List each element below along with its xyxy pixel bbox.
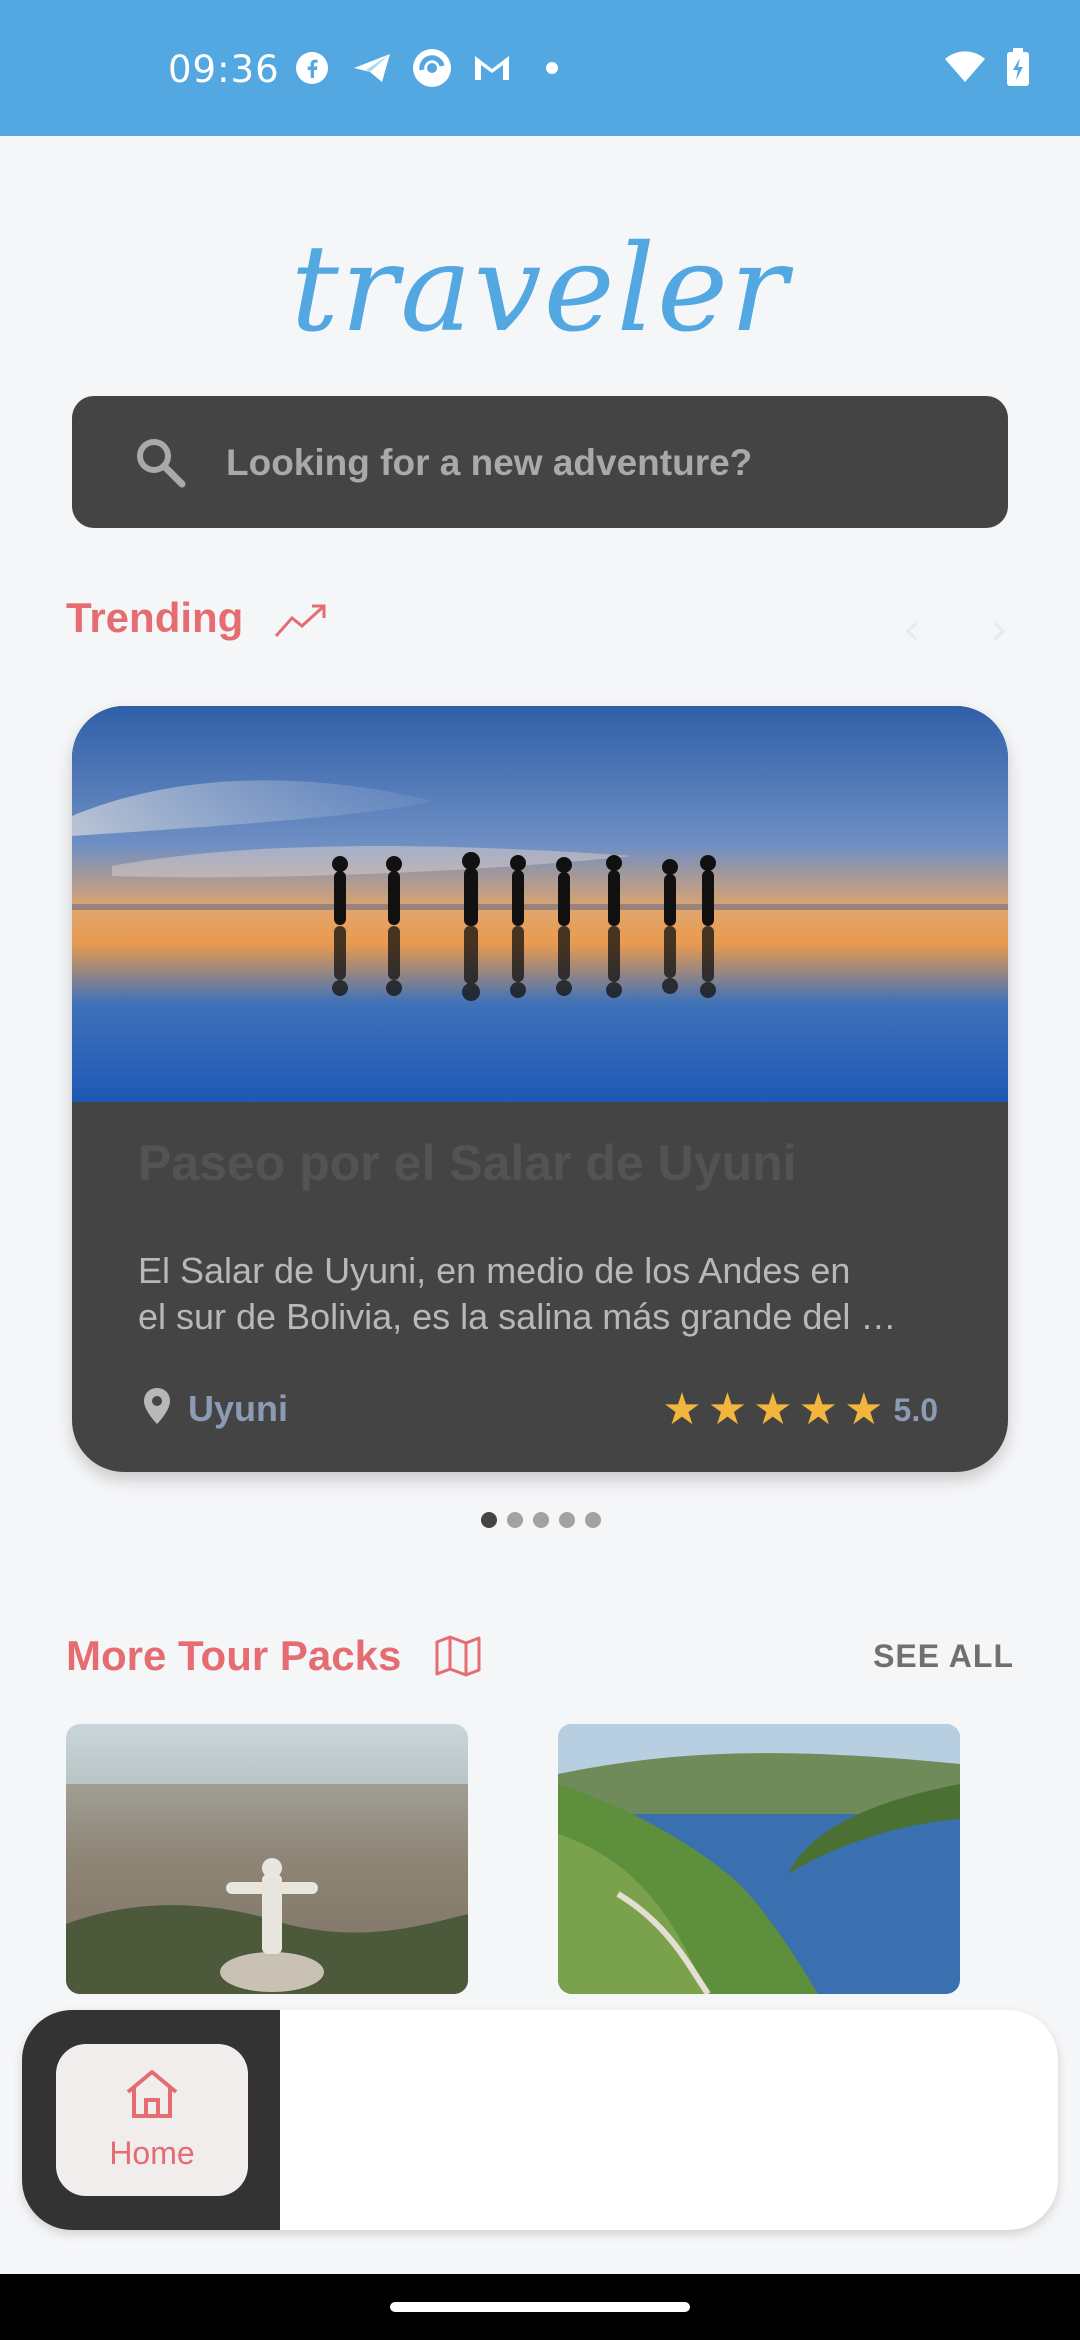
star-icon: ★	[844, 1384, 884, 1435]
dot-icon	[532, 48, 572, 88]
star-icon: ★	[753, 1384, 793, 1435]
more-tours-title: More Tour Packs	[66, 1632, 402, 1679]
tour-card[interactable]	[558, 1724, 960, 1994]
nav-item-home[interactable]: Home	[56, 2044, 248, 2196]
search-placeholder: Looking for a new adventure?	[226, 442, 753, 483]
trending-up-icon	[274, 600, 328, 645]
carousel-indicator	[481, 1512, 601, 1528]
card-location: Uyuni	[142, 1386, 288, 1431]
star-icon: ★	[707, 1384, 748, 1435]
status-bar: 09:36	[0, 0, 1080, 136]
see-all-link[interactable]: SEE ALL	[873, 1638, 1014, 1675]
card-description-line: El Salar de Uyuni, en medio de los Andes…	[138, 1250, 851, 1291]
status-time: 09:36	[168, 48, 280, 91]
system-icons	[944, 48, 1030, 91]
card-rating: ★ ★ ★ ★ ★ 5.0	[662, 1388, 938, 1432]
nav-item-label: Home	[109, 2135, 195, 2171]
telegram-icon	[352, 48, 392, 88]
trending-card[interactable]: Paseo por el Salar de Uyuni El Salar de …	[72, 706, 1008, 1472]
carousel-dot[interactable]	[533, 1512, 549, 1528]
tour-card[interactable]	[66, 1724, 468, 1994]
gmail-icon	[472, 48, 512, 88]
map-icon	[434, 1634, 482, 1683]
carousel-dot[interactable]	[585, 1512, 601, 1528]
chevron-right-icon[interactable]: ›	[990, 604, 1008, 655]
card-description-line: el sur de Bolivia, es la salina más gran…	[138, 1296, 897, 1337]
star-icon: ★	[798, 1384, 839, 1435]
app-logo: traveler	[290, 220, 790, 359]
notification-icons	[292, 48, 572, 88]
wifi-icon	[944, 50, 986, 89]
carousel-dot[interactable]	[559, 1512, 575, 1528]
location-label: Uyuni	[188, 1387, 289, 1429]
carousel-dot[interactable]	[507, 1512, 523, 1528]
search-icon	[132, 434, 188, 495]
rating-value: 5.0	[893, 1391, 938, 1428]
facebook-icon	[292, 48, 332, 88]
search-input[interactable]: Looking for a new adventure?	[72, 396, 1008, 528]
tour-image-lake	[558, 1724, 960, 1994]
home-indicator[interactable]	[390, 2302, 690, 2312]
location-pin-icon	[142, 1386, 172, 1431]
browser-icon	[412, 48, 452, 88]
home-icon	[122, 2068, 182, 2127]
bottom-navigation: Home	[22, 2010, 1058, 2230]
carousel-arrows: ‹ ›	[903, 604, 1008, 655]
tour-image-city	[66, 1724, 468, 1994]
card-image	[72, 706, 1008, 1102]
star-icon: ★	[662, 1384, 702, 1435]
card-title: Paseo por el Salar de Uyuni	[138, 1135, 797, 1191]
trending-title: Trending	[66, 594, 244, 641]
chevron-left-icon[interactable]: ‹	[903, 604, 921, 655]
battery-charging-icon	[1006, 48, 1030, 91]
carousel-dot[interactable]	[481, 1512, 497, 1528]
card-description: El Salar de Uyuni, en medio de los Andes…	[138, 1248, 958, 1340]
